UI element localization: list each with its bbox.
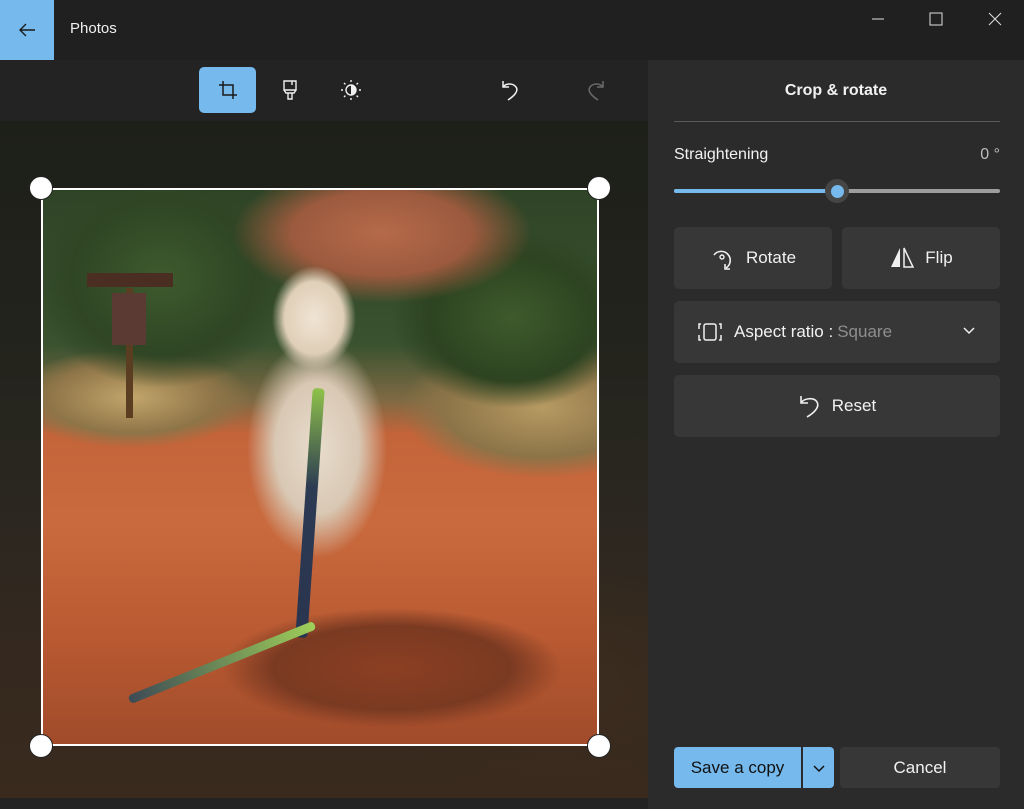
rotate-label: Rotate	[745, 248, 797, 267]
crop-handle-bottom-left[interactable]	[29, 734, 53, 758]
undo-button[interactable]	[481, 67, 538, 113]
app-title: Photos	[70, 20, 117, 37]
redo-icon	[587, 81, 604, 101]
canvas-bottom-strip	[0, 798, 648, 809]
crop-handle-top-left[interactable]	[29, 176, 53, 200]
adjustment-tool-button[interactable]	[322, 67, 379, 113]
photo-canvas[interactable]	[0, 121, 648, 798]
save-options-dropdown[interactable]	[803, 747, 834, 788]
aspect-ratio-dropdown[interactable]: Aspect ratio : Square	[674, 301, 1000, 363]
crop-handle-top-right[interactable]	[587, 176, 611, 200]
slider-fill	[674, 189, 837, 193]
crop-frame[interactable]	[41, 188, 599, 746]
chevron-down-icon	[963, 327, 975, 335]
back-button[interactable]	[0, 0, 54, 60]
crop-icon	[218, 81, 237, 99]
crop-tool-button[interactable]	[199, 67, 256, 113]
close-button[interactable]	[966, 0, 1024, 38]
crop-handle-bottom-right[interactable]	[587, 734, 611, 758]
chevron-down-icon	[812, 764, 825, 772]
edit-toolbar	[0, 60, 648, 121]
rotate-icon	[713, 250, 731, 270]
slider-thumb[interactable]	[825, 179, 849, 203]
reset-icon	[799, 396, 819, 418]
flip-button[interactable]: Flip	[842, 227, 1000, 289]
panel-divider	[674, 121, 1000, 122]
flip-icon	[891, 247, 915, 268]
straightening-slider[interactable]	[674, 179, 1000, 203]
brush-icon	[282, 80, 297, 100]
aspect-ratio-selected: Square	[837, 322, 893, 341]
maximize-button[interactable]	[907, 0, 965, 38]
brightness-icon	[340, 80, 361, 100]
reset-button[interactable]: Reset	[674, 375, 1000, 437]
crop-rotate-panel: Crop & rotate Straightening 0 ° Rotate F…	[648, 60, 1024, 809]
flip-label: Flip	[925, 248, 953, 267]
panel-title: Crop & rotate	[784, 82, 888, 99]
straightening-label: Straightening	[674, 146, 769, 163]
minimize-icon	[872, 18, 884, 20]
aspect-ratio-label: Aspect ratio :	[734, 322, 834, 341]
maximize-icon	[929, 12, 943, 26]
title-bar: Photos	[0, 0, 1024, 60]
undo-icon	[501, 81, 518, 101]
aspect-ratio-icon	[698, 323, 722, 341]
save-copy-button[interactable]: Save a copy	[674, 747, 801, 788]
redo-button	[567, 67, 624, 113]
cancel-button[interactable]: Cancel	[840, 747, 1000, 788]
rotate-button[interactable]: Rotate	[674, 227, 832, 289]
arrow-left-icon	[19, 23, 35, 37]
straightening-value: 0 °	[980, 146, 1000, 163]
reset-label: Reset	[831, 396, 877, 415]
close-icon	[988, 12, 1002, 26]
minimize-button[interactable]	[849, 0, 907, 38]
markup-tool-button[interactable]	[261, 67, 318, 113]
